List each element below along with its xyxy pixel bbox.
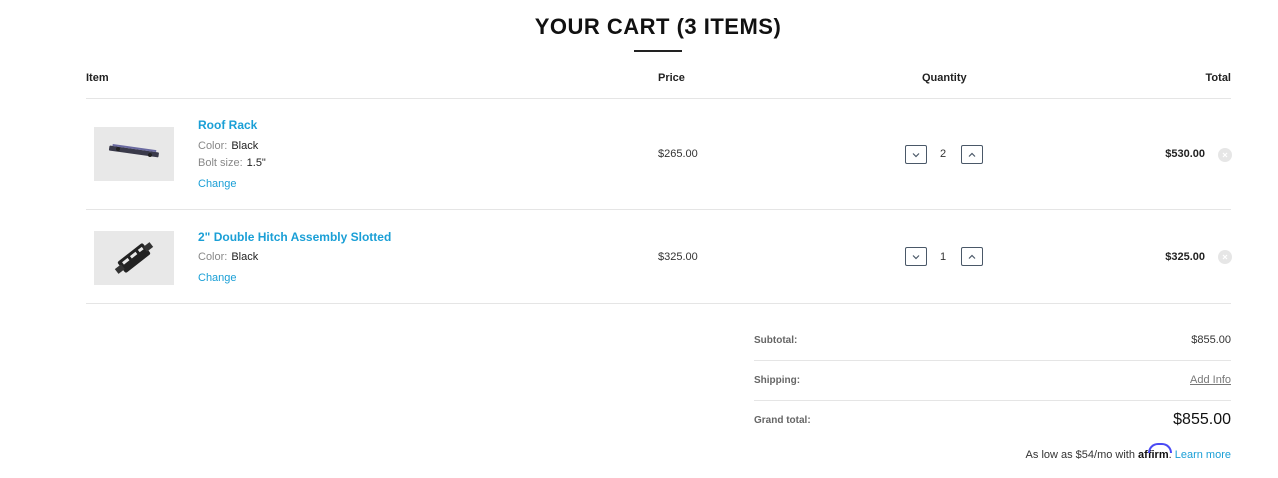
chevron-down-icon [912,254,920,259]
affirm-arc [1148,443,1173,453]
remove-item-button[interactable] [1218,148,1232,162]
chevron-up-icon [968,254,976,259]
attribute-bolt-size: Bolt size: 1.5" [198,157,266,169]
column-header-price: Price [658,72,685,84]
title-underline [634,50,682,52]
roof-rack-image [94,127,174,181]
attribute-color: Color: Black [198,140,258,152]
unit-price: $265.00 [658,148,698,160]
attribute-color: Color: Black [198,251,258,263]
affirm-financing-message: As low as $54/mo with affirm. Learn more [1025,443,1231,461]
column-header-total: Total [1205,72,1231,84]
attribute-label: Bolt size: [198,157,243,169]
chevron-up-icon [968,152,976,157]
divider [86,98,1231,99]
close-icon [1222,152,1228,158]
learn-more-link[interactable]: Learn more [1175,449,1231,461]
grand-total-label: Grand total: [754,415,811,426]
remove-item-button[interactable] [1218,250,1232,264]
attribute-value: Black [231,251,259,263]
attribute-label: Color: [198,251,228,263]
quantity-increase-button[interactable] [961,145,983,164]
quantity-value[interactable]: 2 [933,148,953,160]
affirm-logo: affirm [1138,443,1173,461]
change-link[interactable]: Change [198,272,237,284]
column-header-item: Item [86,72,109,84]
financing-text: As low as $54/mo with [1025,449,1135,461]
attribute-value: 1.5" [246,157,266,169]
attribute-value: Black [231,140,259,152]
line-total: $325.00 [1165,251,1205,263]
quantity-increase-button[interactable] [961,247,983,266]
quantity-decrease-button[interactable] [905,145,927,164]
page-title: YOUR CART (3 ITEMS) [534,14,782,39]
divider [86,303,1231,304]
chevron-down-icon [912,152,920,157]
close-icon [1222,254,1228,260]
divider [86,209,1231,210]
attribute-label: Color: [198,140,228,152]
quantity-decrease-button[interactable] [905,247,927,266]
subtotal-value: $855.00 [1191,334,1231,346]
column-header-quantity: Quantity [922,72,967,84]
product-name-link[interactable]: 2" Double Hitch Assembly Slotted [198,230,391,244]
shipping-label: Shipping: [754,375,801,386]
shipping-add-info-link[interactable]: Add Info [1190,374,1231,386]
hitch-assembly-image [94,231,174,285]
grand-total-value: $855.00 [1173,411,1231,428]
divider [754,400,1231,401]
subtotal-label: Subtotal: [754,335,798,346]
divider [754,360,1231,361]
quantity-value[interactable]: 1 [933,251,953,263]
line-total: $530.00 [1165,148,1205,160]
change-link[interactable]: Change [198,178,237,190]
unit-price: $325.00 [658,251,698,263]
product-name-link[interactable]: Roof Rack [198,118,257,132]
